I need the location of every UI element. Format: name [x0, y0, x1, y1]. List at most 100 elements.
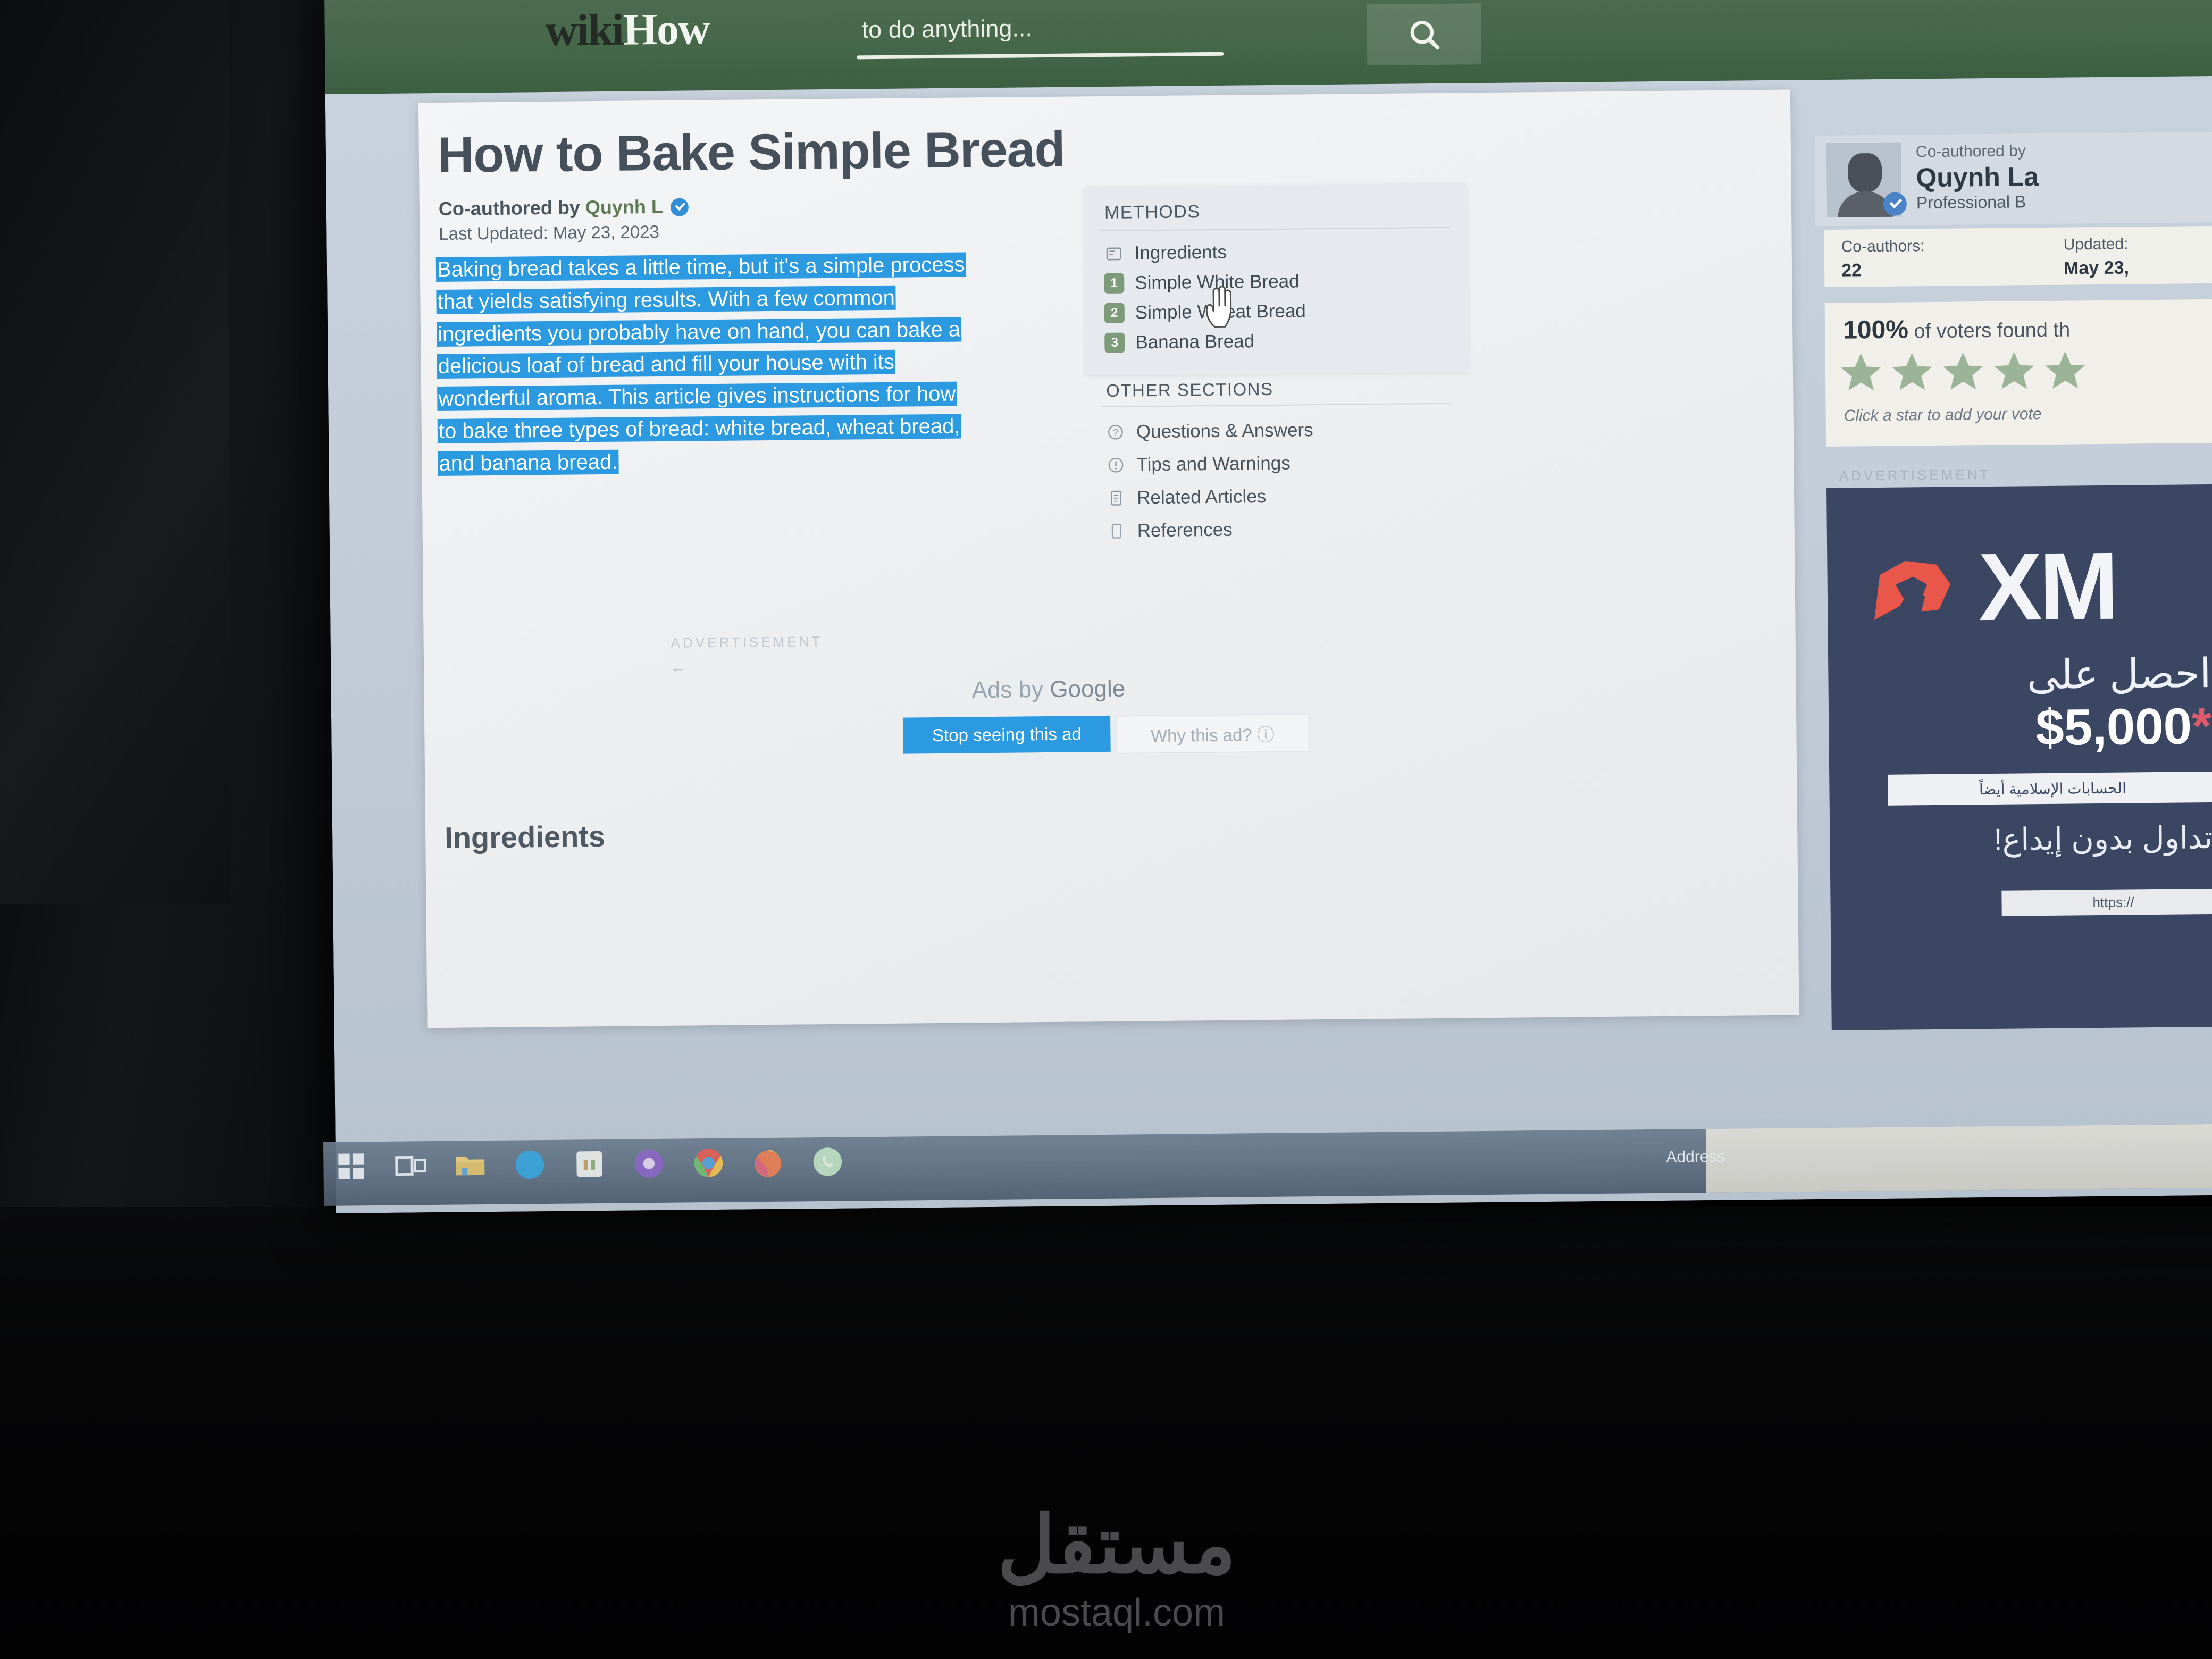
ad-amount-marker: *	[2191, 697, 2212, 755]
methods-heading: METHODS	[1104, 202, 1201, 223]
methods-item-ingredients[interactable]: Ingredients	[1103, 235, 1465, 269]
search-input[interactable]: to do anything...	[861, 14, 1032, 44]
ad-url-text: https://	[2001, 888, 2212, 916]
star-icon[interactable]	[1940, 348, 1987, 395]
verified-check-icon	[1883, 192, 1907, 216]
methods-item-label: Banana Bread	[1135, 331, 1255, 353]
other-sections-box: OTHER SECTIONS ? Questions & Answers Tip…	[1086, 377, 1470, 556]
step-number-badge: 3	[1104, 332, 1125, 353]
taskbar-address-strip	[1705, 1124, 2212, 1193]
methods-box: METHODS Ingredients 1 Simple White Bread	[1084, 183, 1469, 376]
article-card: How to Bake Simple Bread Co-authored by …	[418, 89, 1799, 1028]
question-mark-circle-icon: ?	[1105, 422, 1126, 442]
methods-item-simple-wheat-bread[interactable]: 2 Simple Wheat Bread	[1104, 295, 1467, 328]
rail-advertisement-label: ADVERTISEMENT	[1839, 466, 1991, 484]
task-view-icon[interactable]	[393, 1149, 428, 1183]
page-title: How to Bake Simple Bread	[437, 121, 1065, 183]
other-sections-item-tips-warnings[interactable]: Tips and Warnings	[1105, 445, 1468, 482]
voter-percent-suffix: of voters found th	[1908, 319, 2071, 343]
exclamation-circle-icon	[1105, 455, 1126, 475]
last-updated: Last Updated: May 23, 2023	[439, 221, 660, 244]
updated-label: Updated:	[2063, 235, 2129, 254]
other-sections-list: ? Questions & Answers Tips and Warnings	[1105, 412, 1468, 548]
byline: Co-authored by Quynh L	[439, 195, 689, 220]
blue-circle-app-icon[interactable]	[513, 1147, 547, 1182]
ad-subline-arabic: تداول بدون إيداع!	[1993, 820, 2212, 857]
step-number-badge: 2	[1104, 303, 1125, 323]
back-arrow-icon: ←	[669, 658, 686, 676]
author-link[interactable]: Quynh L	[585, 196, 663, 218]
methods-item-banana-bread[interactable]: 3 Banana Bread	[1104, 324, 1467, 358]
other-sections-item-references[interactable]: References	[1106, 511, 1468, 548]
voter-percent: 100%	[1842, 315, 1909, 345]
author-role: Professional B	[1916, 192, 2026, 213]
intro-paragraph: Baking bread takes a little time, but it…	[435, 248, 970, 480]
why-this-ad-button[interactable]: Why this ad? ⓘ	[1116, 714, 1310, 754]
wikihow-logo[interactable]: wikiHow	[545, 4, 710, 56]
mouse-cursor-hand-icon	[1205, 286, 1232, 328]
selected-text: Baking bread takes a little time, but it…	[435, 252, 966, 476]
methods-list: Ingredients 1 Simple White Bread 2 Simpl…	[1103, 235, 1466, 358]
methods-item-simple-white-bread[interactable]: 1 Simple White Bread	[1104, 265, 1466, 298]
star-icon[interactable]	[2042, 347, 2089, 393]
logo-how-text: How	[623, 4, 710, 55]
yellow-app-icon[interactable]	[572, 1147, 607, 1182]
star-rating[interactable]	[1838, 347, 2089, 396]
voter-percent-line: 100% of voters found th	[1843, 314, 2070, 345]
svg-text:?: ?	[1113, 427, 1118, 438]
xm-advertisement-banner[interactable]: XM احصل على *$5,000 الحسابات الإسلامية أ…	[1826, 484, 2212, 1030]
firefox-icon[interactable]	[751, 1145, 785, 1180]
author-card: Co-authored by Quynh La Professional B	[1814, 131, 2212, 227]
step-number-badge: 1	[1104, 273, 1125, 294]
right-rail: Co-authored by Quynh La Professional B C…	[1814, 103, 2212, 1042]
photograph-background: wikiHow to do anything... How to Bake Si…	[0, 0, 2212, 1659]
xm-bull-mark-icon	[1874, 560, 1951, 621]
search-button[interactable]	[1367, 3, 1482, 66]
updated-value: May 23,	[2063, 257, 2130, 279]
purple-app-icon[interactable]	[632, 1146, 666, 1181]
star-icon[interactable]	[1838, 349, 1884, 396]
other-sections-heading: OTHER SECTIONS	[1106, 379, 1273, 400]
dark-room-area	[0, 0, 229, 904]
coauthors-value: 22	[1841, 260, 1862, 281]
stop-seeing-this-ad-button[interactable]: Stop seeing this ad	[903, 715, 1111, 754]
other-sections-item-label: Tips and Warnings	[1136, 453, 1291, 475]
ingredients-section-heading: Ingredients	[444, 819, 606, 854]
xm-wordmark: XM	[1978, 532, 2116, 641]
ad-cta-button[interactable]: الحسابات الإسلامية أيضاً	[1888, 771, 2212, 806]
ad-amount-value: $5,000	[2035, 698, 2192, 757]
ad-headline-arabic: احصل على	[2026, 650, 2211, 698]
xm-logo: XM	[1864, 532, 2116, 641]
windows-start-icon[interactable]	[334, 1149, 368, 1184]
coauthors-label: Co-authors:	[1841, 237, 1925, 256]
taskbar-address-label: Address	[1666, 1147, 1725, 1166]
star-icon[interactable]	[1889, 349, 1936, 395]
monitor-screen: wikiHow to do anything... How to Bake Si…	[324, 0, 2212, 1213]
whatsapp-icon[interactable]	[810, 1145, 845, 1179]
watermark-latin: mostaql.com	[1008, 1591, 1226, 1634]
other-sections-item-label: Related Articles	[1136, 486, 1267, 508]
star-icon[interactable]	[1991, 348, 2038, 394]
other-sections-item-questions-answers[interactable]: ? Questions & Answers	[1105, 412, 1468, 449]
document-icon	[1107, 521, 1127, 541]
other-sections-item-label: Questions & Answers	[1136, 420, 1313, 442]
methods-item-label: Ingredients	[1134, 241, 1227, 264]
other-sections-item-related-articles[interactable]: Related Articles	[1106, 478, 1468, 515]
article-page-icon	[1106, 488, 1126, 508]
monitor-bezel-left	[0, 0, 330, 1207]
watermark-arabic: مستقل	[997, 1500, 1236, 1589]
search-underline	[857, 52, 1224, 60]
divider	[1099, 227, 1451, 232]
coauthored-label: Co-authored by	[1915, 142, 2026, 161]
article-stats: Co-authors: 22 Updated: May 23,	[1824, 225, 2212, 287]
byline-prefix: Co-authored by	[438, 196, 586, 220]
divider	[1101, 403, 1452, 408]
ads-by-google-label: Ads by Google	[971, 676, 1125, 704]
mostaql-watermark: مستقل mostaql.com	[877, 1505, 1356, 1635]
verified-check-icon	[670, 198, 689, 216]
file-explorer-icon[interactable]	[453, 1148, 488, 1183]
logo-wiki-text: wiki	[545, 5, 624, 56]
author-name[interactable]: Quynh La	[1916, 161, 2039, 193]
other-sections-item-label: References	[1137, 519, 1233, 541]
chrome-icon[interactable]	[691, 1146, 726, 1180]
